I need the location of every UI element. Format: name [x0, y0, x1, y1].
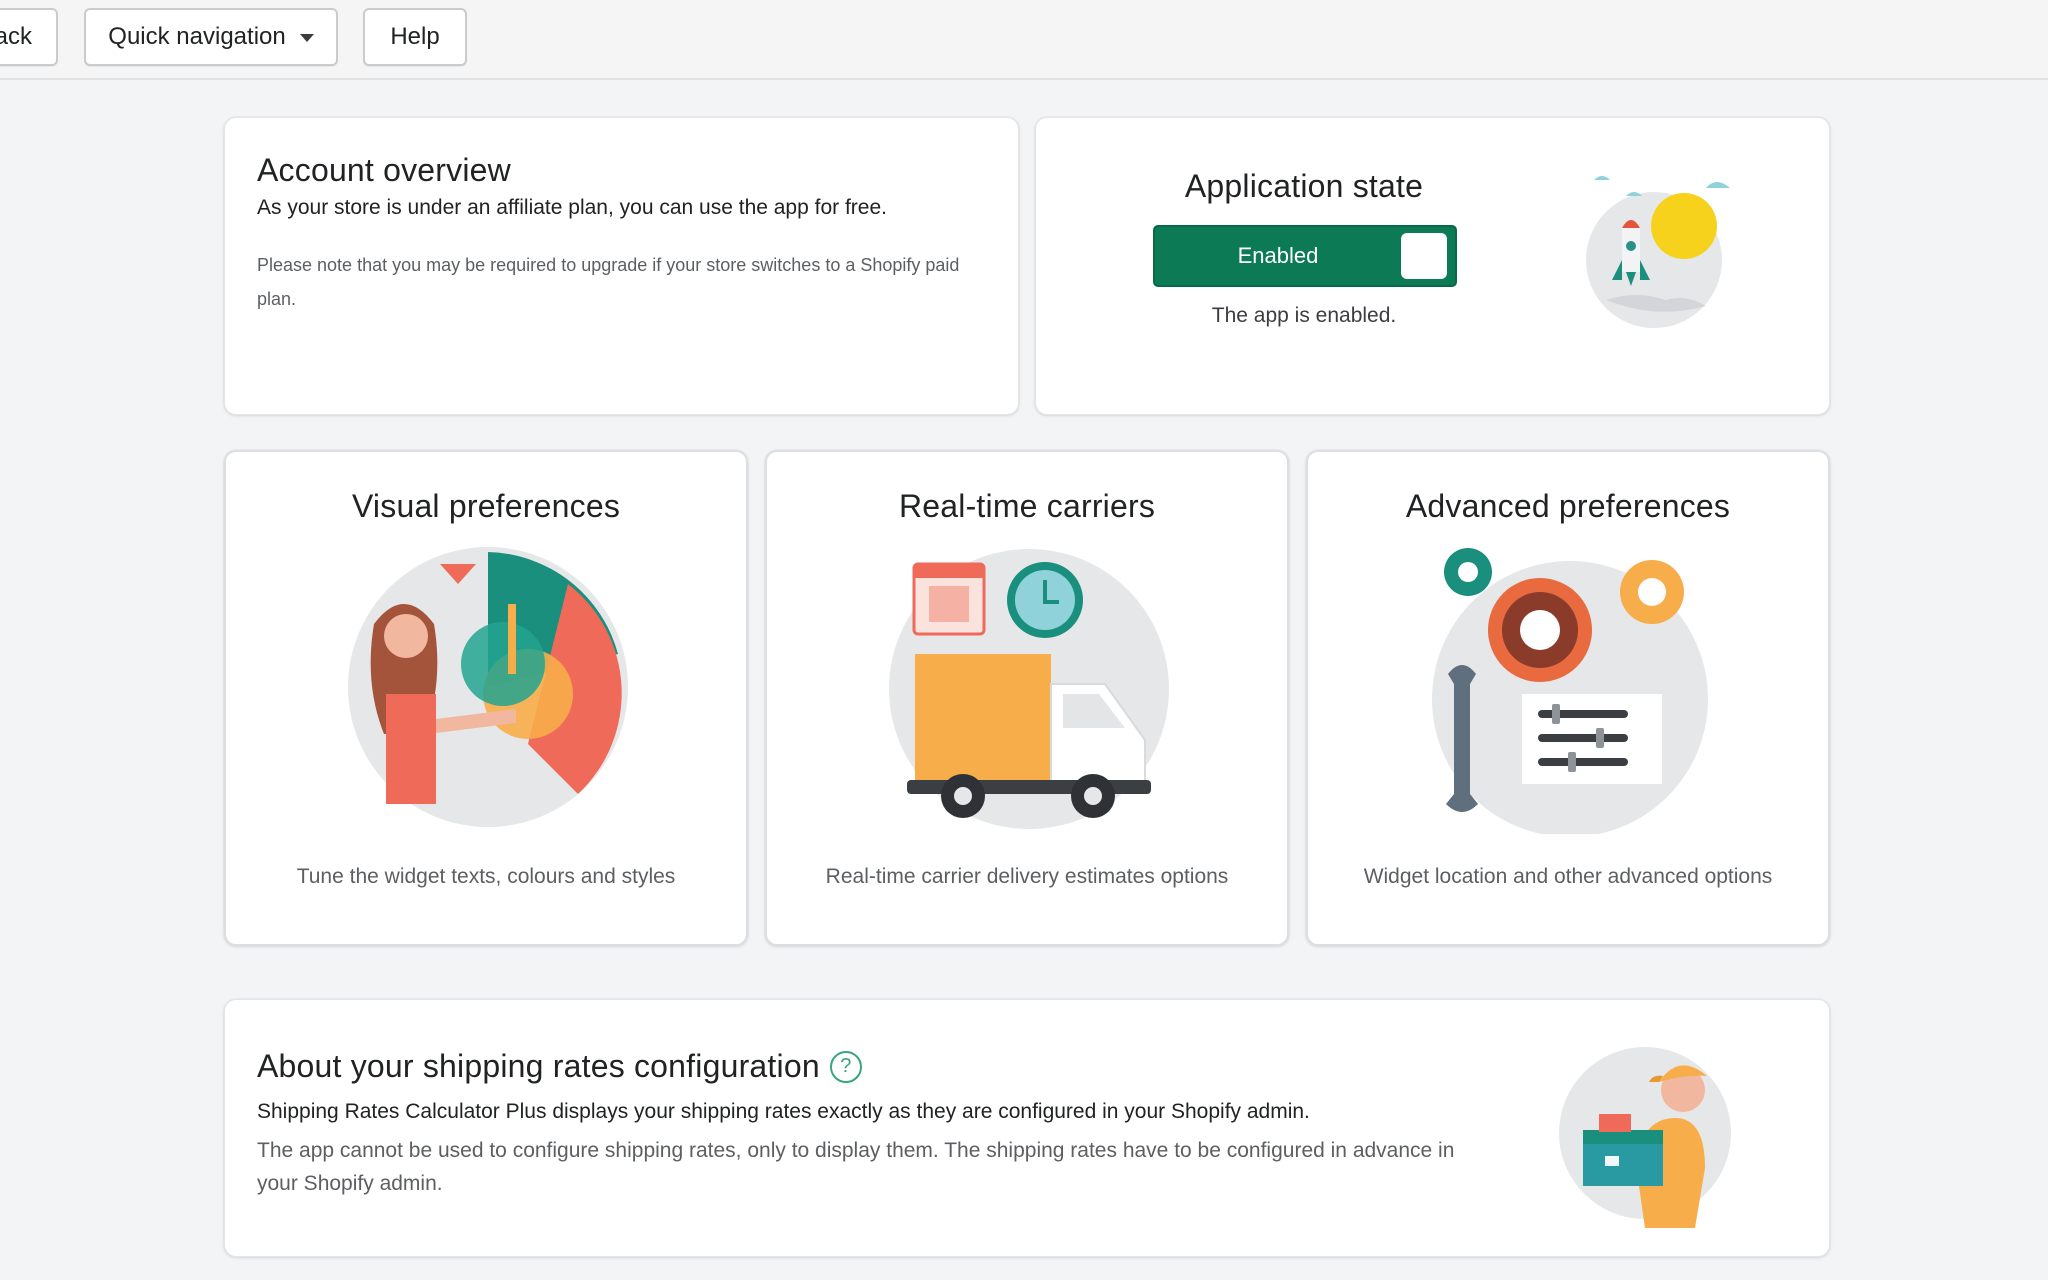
about-shipping-config-card: About your shipping rates configuration …	[224, 999, 1830, 1257]
tile-description: Widget location and other advanced optio…	[1363, 865, 1773, 888]
account-overview-title: Account overview	[257, 152, 511, 188]
tile-description: Real-time carrier delivery estimates opt…	[825, 865, 1229, 888]
account-upgrade-note: Please note that you may be required to …	[257, 255, 960, 309]
quick-navigation-button[interactable]: Quick navigation	[84, 8, 338, 66]
top-bar: ack Quick navigation Help	[0, 0, 2048, 80]
back-button[interactable]: ack	[0, 8, 58, 66]
tile-title: Visual preferences	[351, 488, 621, 524]
application-state-title: Application state	[1184, 168, 1424, 204]
help-button[interactable]: Help	[363, 8, 467, 66]
question-circle-icon[interactable]: ?	[829, 1050, 862, 1083]
app-enabled-toggle[interactable]: Enabled	[1153, 225, 1457, 287]
caret-down-icon	[299, 34, 314, 42]
tile-title: Advanced preferences	[1405, 488, 1731, 524]
real-time-carriers-tile[interactable]: Real-time carriers Real-time carrier del…	[765, 450, 1289, 946]
tile-title: Real-time carriers	[898, 488, 1156, 524]
tile-description: Tune the widget texts, colours and style…	[296, 865, 676, 888]
delivery-worker-icon	[1559, 1047, 1731, 1228]
gears-wrench-icon	[1432, 548, 1708, 834]
about-title-row: About your shipping rates configuration …	[257, 1048, 862, 1085]
rocket-launch-icon	[1586, 176, 1730, 328]
visual-preferences-tile[interactable]: Visual preferences Tune the widget texts…	[224, 450, 748, 946]
app-status-text: The app is enabled.	[1211, 304, 1397, 327]
about-sub-text: The app cannot be used to configure ship…	[257, 1139, 1455, 1195]
help-button-label: Help	[390, 23, 440, 50]
delivery-truck-icon	[889, 549, 1169, 829]
about-main-text: Shipping Rates Calculator Plus displays …	[257, 1100, 1310, 1123]
back-button-label: ack	[0, 23, 32, 50]
designer-palette-icon	[348, 547, 628, 827]
toggle-knob	[1401, 233, 1447, 279]
account-plan-text: As your store is under an affiliate plan…	[257, 196, 887, 219]
advanced-preferences-tile[interactable]: Advanced preferences Widget location and…	[1306, 450, 1830, 946]
about-title: About your shipping rates configuration	[257, 1048, 820, 1084]
account-overview-card: Account overview As your store is under …	[224, 117, 1019, 415]
toggle-label: Enabled	[1237, 243, 1319, 268]
application-state-card: Application state Enabled The app is ena…	[1035, 117, 1830, 415]
quick-navigation-label: Quick navigation	[108, 23, 286, 50]
